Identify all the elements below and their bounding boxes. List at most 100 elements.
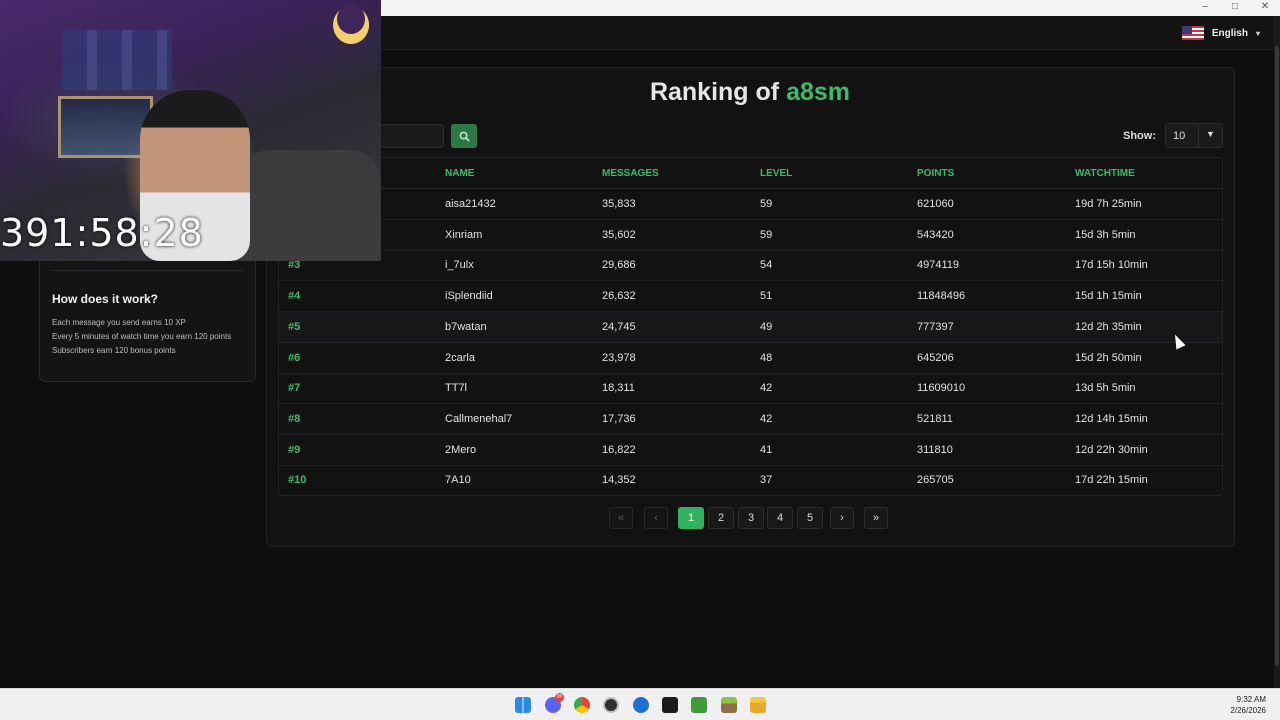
windows-start-icon[interactable]	[515, 697, 531, 713]
messages-cell: 35,833	[602, 198, 636, 210]
watchtime-cell: 15d 3h 5min	[1075, 228, 1136, 241]
name-cell: 2carla	[445, 351, 475, 364]
browser-icon[interactable]	[633, 697, 649, 713]
us-flag-icon	[1181, 26, 1204, 40]
points-cell: 11609010	[917, 382, 966, 395]
column-header-name[interactable]: NAME	[445, 168, 474, 179]
level-cell: 59	[760, 228, 773, 241]
info-line-watchtime: Every 5 minutes of watch time you earn 1…	[52, 332, 232, 341]
messages-cell: 29,686	[602, 259, 636, 272]
watchtime-cell: 17d 22h 15min	[1075, 474, 1148, 487]
system-clock[interactable]: 9:32 AM 2/26/2026	[1230, 694, 1266, 716]
how-it-works-card: How does it work? Each message you send …	[39, 248, 256, 382]
level-cell: 49	[760, 320, 773, 333]
maximize-icon[interactable]: □	[1230, 1, 1240, 12]
chevron-down-icon: ▼	[1198, 124, 1222, 147]
name-cell: Xinriam	[445, 228, 483, 241]
messages-cell: 18,311	[602, 382, 635, 395]
points-cell: 4974119	[917, 259, 960, 272]
watchtime-cell: 15d 2h 50min	[1075, 351, 1142, 364]
how-it-works-heading: How does it work?	[52, 292, 159, 306]
first-page-button[interactable]: «	[609, 507, 633, 529]
page-button-4[interactable]: 4	[767, 507, 793, 529]
language-selector[interactable]: English ▾	[1181, 22, 1260, 44]
page-button-2[interactable]: 2	[708, 507, 734, 529]
next-page-button[interactable]: ›	[830, 507, 854, 529]
table-row: aisa21432 35,833 59 621060 19d 7h 25min	[279, 189, 1222, 220]
column-header-messages[interactable]: MESSAGES	[602, 168, 659, 179]
column-header-watchtime[interactable]: WATCHTIME	[1075, 168, 1135, 179]
points-cell: 645206	[917, 351, 954, 364]
messages-cell: 16,822	[602, 443, 636, 456]
window-controls: – □ ✕	[1200, 1, 1270, 12]
info-line-subscribers: Subscribers earn 120 bonus points	[52, 346, 176, 355]
name-cell: 2Mero	[445, 443, 477, 456]
clock-time: 9:32 AM	[1236, 695, 1266, 704]
rank-cell: #3	[288, 259, 301, 272]
page-title: Ranking of a8sm	[600, 78, 900, 107]
chrome-icon[interactable]	[574, 697, 590, 713]
moon-logo-icon	[333, 4, 369, 44]
rank-cell: #8	[288, 412, 301, 425]
rank-cell: #4	[288, 290, 301, 303]
page-size-select[interactable]: 10 ▼	[1165, 123, 1223, 148]
chevron-left-circle-icon: ‹	[654, 512, 658, 524]
points-cell: 11848496	[917, 290, 966, 303]
notification-badge: 99	[555, 693, 564, 702]
page-size-value: 10	[1173, 130, 1186, 142]
table-row: #7 TT7l 18,311 42 11609010 13d 5h 5min	[279, 373, 1222, 405]
level-cell: 51	[760, 290, 773, 303]
column-header-points[interactable]: POINTS	[917, 168, 954, 179]
page-button-5[interactable]: 5	[797, 507, 823, 529]
minimize-icon[interactable]: –	[1200, 1, 1210, 12]
table-row: #5 b7watan 24,745 49 777397 12d 2h 35min	[279, 311, 1222, 343]
rank-cell: #10	[288, 474, 307, 487]
name-cell: 7A10	[445, 474, 471, 487]
close-icon[interactable]: ✕	[1260, 1, 1270, 12]
watchtime-cell: 12d 22h 30min	[1075, 443, 1148, 456]
search-input[interactable]	[381, 124, 444, 148]
previous-page-button[interactable]: ‹	[644, 507, 668, 529]
file-explorer-icon[interactable]	[750, 697, 766, 713]
table-row: #3 i_7ulx 29,686 54 4974119 17d 15h 10min	[279, 250, 1222, 282]
page-button-1[interactable]: 1	[678, 507, 704, 529]
page-scrollbar[interactable]	[1274, 16, 1280, 688]
channel-name: a8sm	[786, 78, 851, 106]
info-line-messages: Each message you send earns 10 XP	[52, 318, 186, 327]
level-cell: 42	[760, 382, 773, 395]
ranking-table: NAME MESSAGES LEVEL POINTS WATCHTIME ais…	[278, 157, 1223, 496]
watchtime-cell: 12d 14h 15min	[1075, 412, 1148, 425]
level-cell: 54	[760, 259, 773, 272]
discord-icon[interactable]: 99	[545, 693, 564, 713]
scrollbar-thumb[interactable]	[1275, 46, 1279, 666]
chair	[240, 150, 380, 261]
messages-cell: 24,745	[602, 320, 636, 333]
search-button[interactable]	[451, 124, 477, 148]
minecraft-icon[interactable]	[691, 697, 707, 713]
clock-date: 2/26/2026	[1230, 706, 1266, 715]
name-cell: aisa21432	[445, 198, 496, 210]
level-cell: 48	[760, 351, 773, 364]
game-launcher-icon[interactable]	[721, 697, 737, 713]
column-header-level[interactable]: LEVEL	[760, 168, 792, 179]
points-cell: 543420	[917, 228, 954, 241]
background-jerseys	[62, 30, 172, 90]
watchtime-cell: 17d 15h 10min	[1075, 259, 1148, 272]
obs-icon[interactable]	[603, 697, 619, 713]
level-cell: 37	[760, 474, 773, 487]
last-page-button[interactable]: »	[864, 507, 888, 529]
title-prefix: Ranking of	[649, 78, 780, 106]
table-row: #9 2Mero 16,822 41 311810 12d 22h 30min	[279, 435, 1222, 466]
table-row: #6 2carla 23,978 48 645206 15d 2h 50min	[279, 343, 1222, 374]
messages-cell: 17,736	[602, 412, 636, 425]
divider	[52, 270, 243, 271]
table-row: #10 7A10 14,352 37 265705 17d 22h 15min	[279, 465, 1222, 495]
points-cell: 621060	[917, 198, 954, 210]
points-cell: 311810	[917, 443, 953, 456]
table-row: #8 Callmenehal7 17,736 42 521811 12d 14h 15mi…	[279, 404, 1222, 435]
app-icon[interactable]	[662, 697, 678, 713]
rank-cell: #5	[288, 320, 301, 333]
rank-cell: #9	[288, 443, 301, 456]
page-button-3[interactable]: 3	[738, 507, 764, 529]
chevron-right-circle-icon: ›	[840, 512, 844, 524]
